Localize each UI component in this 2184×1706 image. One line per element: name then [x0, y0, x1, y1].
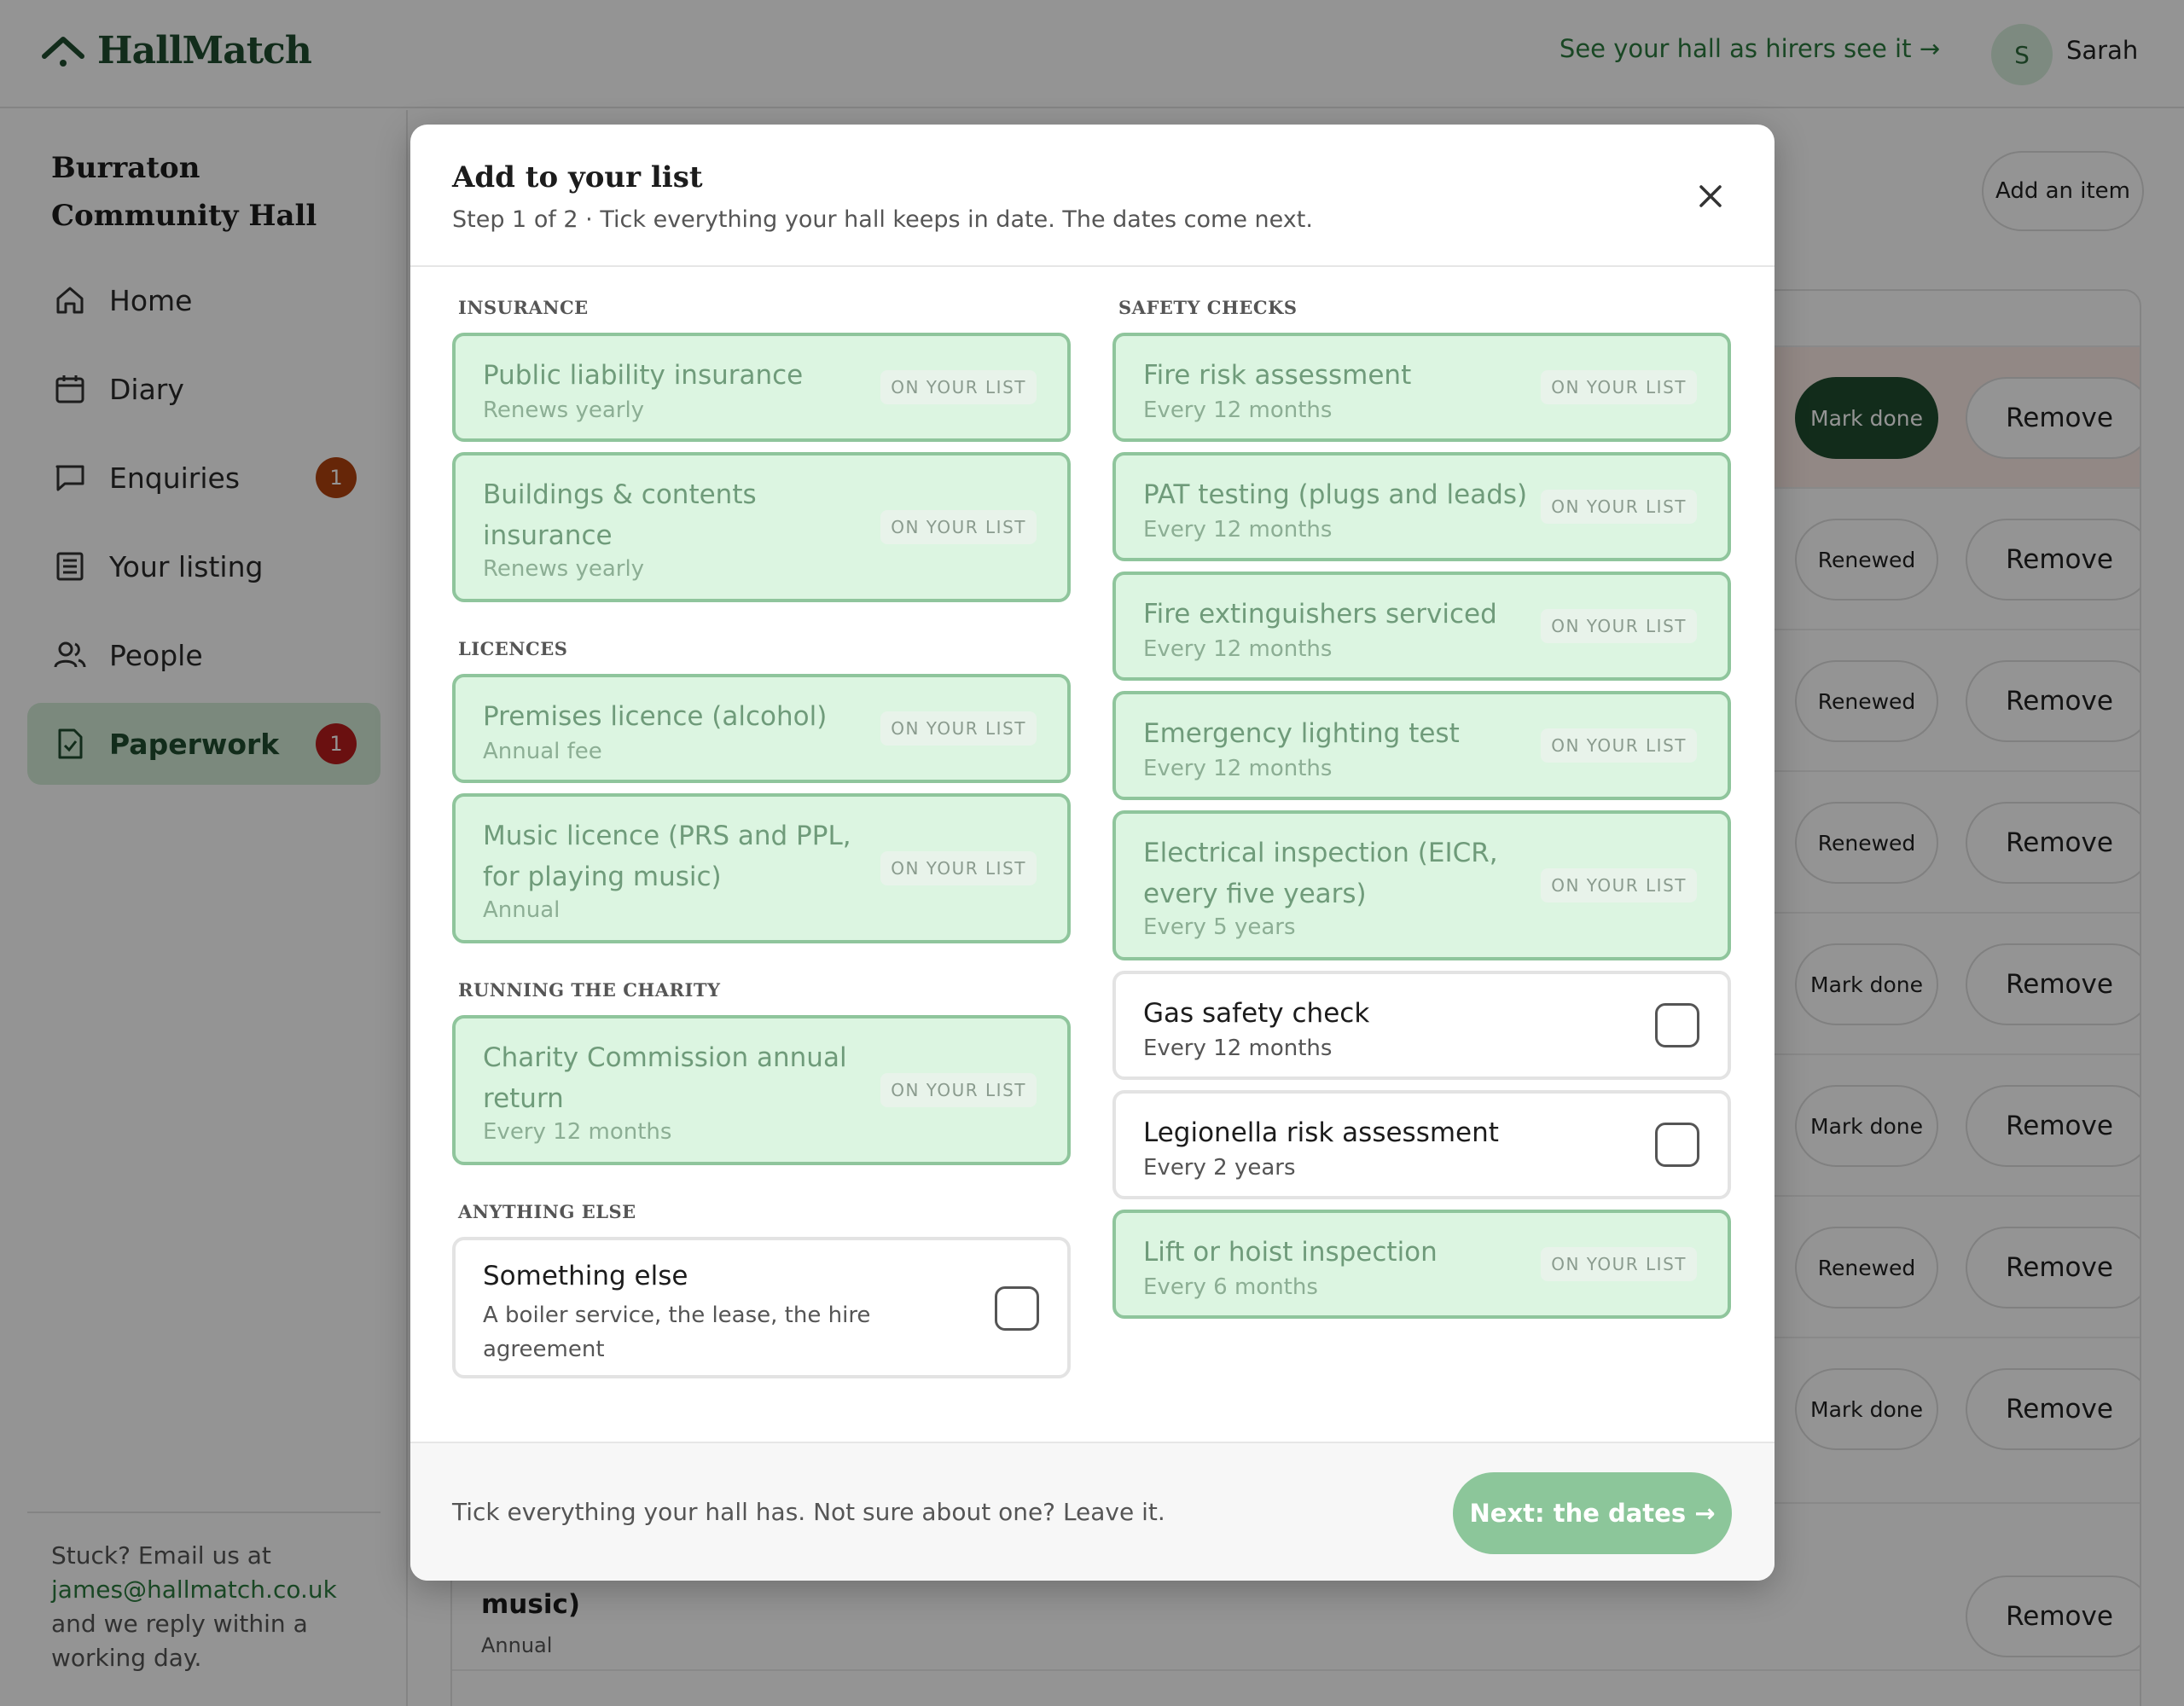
section-label-anything-else: ANYTHING ELSE	[458, 1201, 636, 1222]
option-frequency: Annual fee	[483, 739, 602, 764]
option-fire-risk-assessment[interactable]: Fire risk assessment Every 12 months ON …	[1112, 333, 1731, 442]
checkbox[interactable]	[995, 1286, 1039, 1331]
option-name: Music licence (PRS and PPL, for playing …	[483, 821, 851, 892]
add-to-list-dialog: Add to your list Step 1 of 2 · Tick ever…	[410, 125, 1774, 1581]
checkbox[interactable]	[1655, 1123, 1699, 1167]
option-electrical-inspection[interactable]: Electrical inspection (EICR, every five …	[1112, 810, 1731, 960]
option-frequency: Every 12 months	[1143, 397, 1333, 423]
section-label-licences: LICENCES	[458, 638, 568, 659]
option-frequency: Every 12 months	[1143, 636, 1333, 662]
on-list-tag: ON YOUR LIST	[1541, 868, 1697, 902]
dialog-footer: Tick everything your hall has. Not sure …	[410, 1442, 1774, 1581]
on-list-tag: ON YOUR LIST	[1541, 609, 1697, 643]
option-pat-testing[interactable]: PAT testing (plugs and leads) Every 12 m…	[1112, 452, 1731, 561]
on-list-tag: ON YOUR LIST	[1541, 728, 1697, 763]
footer-hint: Tick everything your hall has. Not sure …	[452, 1498, 1165, 1526]
option-legionella-risk-assessment[interactable]: Legionella risk assessment Every 2 years	[1112, 1090, 1731, 1199]
option-something-else[interactable]: Something else A boiler service, the lea…	[452, 1237, 1071, 1378]
close-icon	[1699, 185, 1722, 207]
dialog-title: Add to your list	[452, 160, 703, 194]
on-list-tag: ON YOUR LIST	[880, 370, 1037, 404]
option-name: Lift or hoist inspection	[1143, 1237, 1438, 1268]
on-list-tag: ON YOUR LIST	[880, 1073, 1037, 1107]
option-charity-commission-return[interactable]: Charity Commission annual return Every 1…	[452, 1015, 1071, 1165]
option-name: Fire extinguishers serviced	[1143, 599, 1497, 630]
section-label-running-the-charity: RUNNING THE CHARITY	[458, 979, 721, 1001]
option-frequency: Renews yearly	[483, 556, 645, 582]
option-music-licence[interactable]: Music licence (PRS and PPL, for playing …	[452, 793, 1071, 943]
option-name: Electrical inspection (EICR, every five …	[1143, 838, 1498, 909]
option-name: Fire risk assessment	[1143, 360, 1412, 391]
option-frequency: Renews yearly	[483, 397, 645, 423]
option-frequency: Annual	[483, 897, 561, 923]
option-emergency-lighting[interactable]: Emergency lighting test Every 12 months …	[1112, 691, 1731, 800]
option-name: Premises licence (alcohol)	[483, 701, 828, 732]
option-name: Charity Commission annual return	[483, 1042, 847, 1114]
option-name: PAT testing (plugs and leads)	[1143, 479, 1528, 510]
option-frequency: Every 12 months	[1143, 517, 1333, 543]
option-frequency: Every 12 months	[1143, 756, 1333, 781]
on-list-tag: ON YOUR LIST	[1541, 370, 1697, 404]
option-name: Emergency lighting test	[1143, 718, 1460, 749]
option-name: Buildings & contents insurance	[483, 479, 757, 551]
option-lift-hoist-inspection[interactable]: Lift or hoist inspection Every 6 months …	[1112, 1210, 1731, 1319]
option-fire-extinguishers[interactable]: Fire extinguishers serviced Every 12 mon…	[1112, 572, 1731, 681]
option-frequency: A boiler service, the lease, the hire ag…	[483, 1303, 871, 1362]
option-frequency: Every 12 months	[483, 1119, 672, 1145]
option-premises-licence[interactable]: Premises licence (alcohol) Annual fee ON…	[452, 674, 1071, 783]
on-list-tag: ON YOUR LIST	[880, 510, 1037, 544]
option-gas-safety-check[interactable]: Gas safety check Every 12 months	[1112, 971, 1731, 1080]
option-name: Public liability insurance	[483, 360, 804, 391]
section-label-safety-checks: SAFETY CHECKS	[1118, 297, 1298, 318]
close-button[interactable]	[1690, 176, 1731, 217]
section-label-insurance: INSURANCE	[458, 297, 589, 318]
option-frequency: Every 5 years	[1143, 914, 1296, 940]
option-frequency: Every 12 months	[1143, 1036, 1333, 1061]
on-list-tag: ON YOUR LIST	[880, 711, 1037, 746]
on-list-tag: ON YOUR LIST	[1541, 1247, 1697, 1281]
dialog-header: Add to your list Step 1 of 2 · Tick ever…	[410, 125, 1774, 267]
option-name: Gas safety check	[1143, 998, 1370, 1029]
option-name: Legionella risk assessment	[1143, 1117, 1499, 1148]
option-public-liability[interactable]: Public liability insurance Renews yearly…	[452, 333, 1071, 442]
dialog-subtitle: Step 1 of 2 · Tick everything your hall …	[452, 206, 1313, 233]
option-name: Something else	[483, 1261, 688, 1291]
checkbox[interactable]	[1655, 1003, 1699, 1047]
on-list-tag: ON YOUR LIST	[1541, 490, 1697, 524]
option-frequency: Every 2 years	[1143, 1155, 1296, 1181]
option-frequency: Every 6 months	[1143, 1274, 1318, 1300]
next-dates-button[interactable]: Next: the dates →	[1453, 1472, 1732, 1554]
option-buildings-contents[interactable]: Buildings & contents insurance Renews ye…	[452, 452, 1071, 602]
on-list-tag: ON YOUR LIST	[880, 851, 1037, 885]
